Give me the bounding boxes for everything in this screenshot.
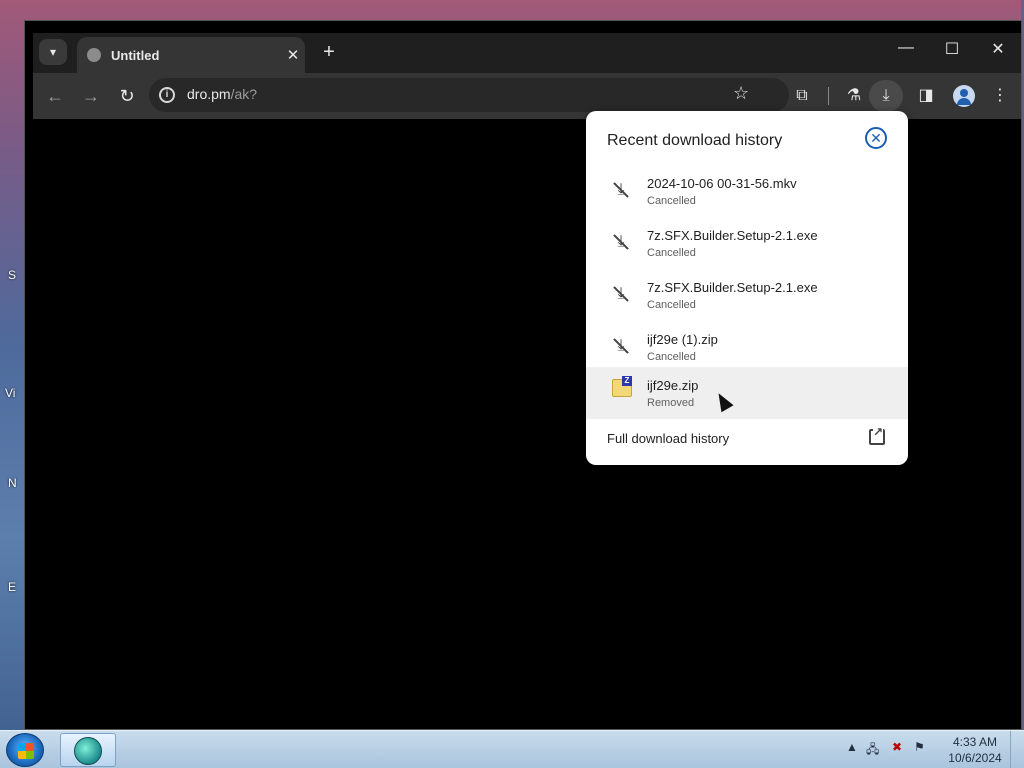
download-cancelled-icon: ⤓ [612,337,630,355]
app-icon [74,737,102,765]
new-tab-button[interactable]: + [317,41,341,64]
download-filename: ijf29e.zip [647,378,699,393]
system-clock[interactable]: 4:33 AM 10/6/2024 [944,734,1006,766]
start-button[interactable] [6,733,44,767]
download-status: Cancelled [647,195,696,207]
clock-date: 10/6/2024 [948,751,1002,765]
download-filename: ijf29e (1).zip [647,332,718,347]
download-item[interactable]: ⤓ 2024-10-06 00-31-56.mkv Cancelled [586,167,908,219]
download-bubble-title: Recent download history [607,132,783,149]
back-button[interactable]: ← [41,83,69,109]
taskbar: ▲ 🖧 ✖ ⚑ 4:33 AM 10/6/2024 [0,730,1024,768]
reload-icon: ↻ [119,86,135,106]
download-item[interactable]: ⤓ 7z.SFX.Builder.Setup-2.1.exe Cancelled [586,271,908,323]
arrow-left-icon: ← [46,86,64,106]
profile-avatar[interactable] [953,85,975,107]
open-external-icon[interactable] [869,425,885,445]
address-bar[interactable]: i dro.pm/ak? ☆ [149,78,789,112]
url-host: dro.pm [187,86,231,102]
tab-close-icon[interactable]: ✕ [281,46,305,64]
menu-kebab-icon[interactable]: ⋮ [987,83,1013,109]
zip-file-icon [612,376,632,397]
extensions-icon[interactable]: ⧉ [789,83,815,109]
desktop-left-edge: S Vi N E [0,0,24,730]
tab-strip: ▾ Untitled ✕ + — ☐ ✕ [33,33,1021,73]
clock-time: 4:33 AM [952,735,998,749]
download-item[interactable]: ijf29e.zip Removed [586,367,908,419]
download-filename: 7z.SFX.Builder.Setup-2.1.exe [647,280,818,295]
url-text: dro.pm/ak? [187,86,257,102]
download-item[interactable]: ⤓ 7z.SFX.Builder.Setup-2.1.exe Cancelled [586,219,908,271]
globe-icon [87,48,101,62]
download-cancelled-icon: ⤓ [612,181,630,199]
bookmark-star-icon[interactable]: ☆ [733,83,749,104]
maximize-button[interactable]: ☐ [937,39,967,59]
labs-flask-icon[interactable]: ⚗ [841,83,867,109]
url-path: /ak? [230,86,258,102]
show-desktop-button[interactable] [1010,731,1024,768]
reload-button[interactable]: ↻ [113,83,141,109]
download-filename: 2024-10-06 00-31-56.mkv [647,176,797,191]
desktop-icon-label: S [8,268,17,282]
download-status: Cancelled [647,299,696,311]
site-info-icon[interactable]: i [159,87,175,103]
tab-search-button[interactable]: ▾ [39,39,67,65]
close-window-button[interactable]: ✕ [983,39,1013,59]
download-cancelled-icon: ⤓ [612,285,630,303]
close-icon[interactable]: ✕ [865,127,887,149]
toolbar-divider [828,87,829,105]
download-icon[interactable]: ⤓ [873,83,899,109]
network-icon[interactable]: 🖧 [866,740,879,761]
download-filename: 7z.SFX.Builder.Setup-2.1.exe [647,228,818,243]
taskbar-app-button[interactable] [60,733,116,767]
arrow-right-icon: → [82,86,100,106]
chevron-down-icon: ▾ [49,45,57,59]
side-panel-icon[interactable]: ◨ [913,83,939,109]
download-status: Cancelled [647,247,696,259]
tab-active[interactable]: Untitled ✕ [77,37,305,73]
download-bubble: Recent download history ✕ ⤓ 2024-10-06 0… [586,111,908,465]
minimize-button[interactable]: — [891,39,921,57]
desktop-icon-label: E [8,580,17,594]
download-status: Cancelled [647,351,696,363]
download-status: Removed [647,397,695,409]
show-hidden-icons-icon[interactable]: ▲ [846,740,858,754]
full-download-history-link[interactable]: Full download history [607,431,729,446]
action-center-flag-icon[interactable]: ⚑ [914,740,925,754]
desktop-icon-label: Vi [5,386,16,400]
forward-button[interactable]: → [77,83,105,109]
volume-muted-icon[interactable]: ✖ [892,740,902,754]
desktop-icon-label: N [8,476,17,490]
tab-title: Untitled [111,47,160,63]
download-cancelled-icon: ⤓ [612,233,630,251]
